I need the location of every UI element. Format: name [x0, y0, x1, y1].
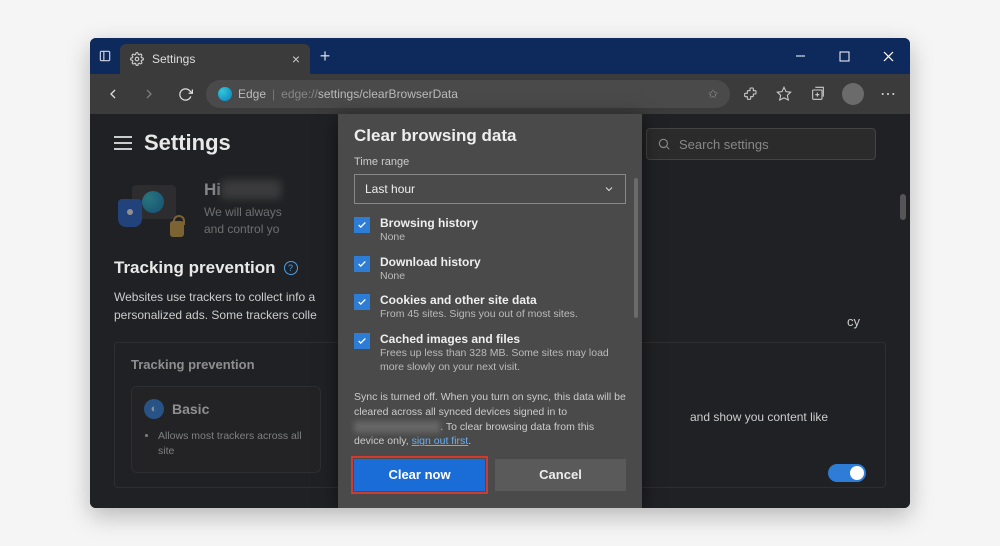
refresh-button[interactable] [170, 79, 200, 109]
close-window-button[interactable] [866, 38, 910, 74]
dialog-scrollbar[interactable] [634, 178, 638, 318]
sync-note: Sync is turned off. When you turn on syn… [354, 390, 626, 449]
data-type-list: Browsing historyNone Download historyNon… [354, 216, 626, 384]
avatar[interactable] [842, 83, 864, 105]
edge-icon [218, 87, 232, 101]
maximize-button[interactable] [822, 38, 866, 74]
basic-icon: ◐ [144, 399, 164, 419]
cancel-button[interactable]: Cancel [495, 459, 626, 491]
tracking-prevention-heading: Tracking prevention [114, 258, 276, 278]
checkbox-icon[interactable] [354, 333, 370, 349]
search-input[interactable]: Search settings [646, 128, 876, 160]
address-scheme: Edge [238, 87, 266, 101]
window-controls [778, 38, 910, 74]
check-browsing-history[interactable]: Browsing historyNone [354, 216, 626, 245]
dialog-title: Clear browsing data [354, 126, 626, 146]
clear-now-button[interactable]: Clear now [354, 459, 485, 491]
more-icon[interactable]: ⋯ [874, 80, 902, 108]
browser-window: Settings × + Edge | edge://settings/clea… [90, 38, 910, 508]
check-cache[interactable]: Cached images and filesFrees up less tha… [354, 332, 626, 374]
titlebar: Settings × + [90, 38, 910, 74]
new-tab-button[interactable]: + [310, 46, 340, 67]
read-icon[interactable]: ✩ [708, 87, 718, 101]
clear-browsing-data-dialog: Clear browsing data Time range Last hour… [338, 114, 642, 508]
tracking-card-basic[interactable]: ◐Basic Allows most trackers across all s… [131, 386, 321, 474]
back-button[interactable] [98, 79, 128, 109]
search-icon [657, 137, 671, 151]
minimize-button[interactable] [778, 38, 822, 74]
info-icon[interactable]: ? [284, 261, 298, 275]
toolbar: Edge | edge://settings/clearBrowserData … [90, 74, 910, 114]
address-url: edge://settings/clearBrowserData [281, 87, 458, 101]
gear-icon [130, 52, 144, 66]
close-icon[interactable]: × [292, 51, 300, 67]
tab-title: Settings [152, 52, 284, 66]
chevron-down-icon [603, 183, 615, 195]
extensions-icon[interactable] [736, 80, 764, 108]
forward-button[interactable] [134, 79, 164, 109]
collections-icon[interactable] [804, 80, 832, 108]
scrollbar[interactable] [900, 194, 906, 220]
privacy-text-fragment: cy [847, 314, 860, 329]
time-range-select[interactable]: Last hour [354, 174, 626, 204]
page-title: Settings [144, 130, 231, 156]
time-range-label: Time range [354, 156, 626, 168]
privacy-illustration [118, 181, 188, 237]
tab-actions-icon[interactable] [90, 38, 120, 74]
address-bar[interactable]: Edge | edge://settings/clearBrowserData … [206, 80, 730, 108]
menu-icon[interactable] [114, 136, 132, 150]
checkbox-icon[interactable] [354, 256, 370, 272]
check-download-history[interactable]: Download historyNone [354, 255, 626, 284]
check-cookies[interactable]: Cookies and other site dataFrom 45 sites… [354, 293, 626, 322]
checkbox-icon[interactable] [354, 217, 370, 233]
tab-settings[interactable]: Settings × [120, 44, 310, 74]
checkbox-icon[interactable] [354, 294, 370, 310]
tab-strip: Settings × + [90, 38, 340, 74]
sign-out-link[interactable]: sign out first [412, 435, 469, 447]
favorites-icon[interactable] [770, 80, 798, 108]
